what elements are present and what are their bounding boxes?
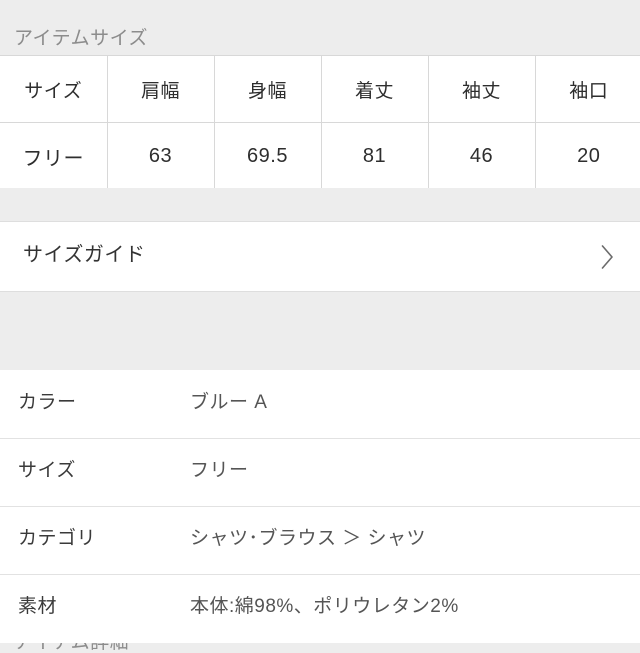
detail-value-size: フリー	[190, 460, 249, 481]
detail-value-category: シャツ･ブラウス ＞ シャツ	[190, 528, 427, 549]
table-cell: 20	[535, 122, 640, 188]
item-size-section-title: アイテムサイズ	[14, 28, 149, 49]
table-header-cell: 肩幅	[107, 56, 215, 123]
detail-label-color: カラー	[18, 392, 77, 413]
table-cell: 46	[428, 122, 536, 188]
item-size-section-header: アイテムサイズ	[0, 0, 640, 55]
list-item: カラー ブルー A	[0, 371, 640, 439]
table-header-cell: 身幅	[214, 56, 322, 123]
list-item: 素材 本体:綿98%、ポリウレタン2%	[0, 575, 640, 643]
detail-label-size: サイズ	[18, 460, 76, 481]
size-guide-row[interactable]: サイズガイド	[0, 221, 640, 292]
detail-value-color: ブルー A	[190, 392, 268, 413]
detail-value-material: 本体:綿98%、ポリウレタン2%	[190, 596, 459, 617]
chevron-right-icon	[600, 243, 616, 271]
table-header-cell: サイズ	[0, 56, 108, 123]
table-header-cell: 袖口	[535, 56, 640, 123]
item-detail-list: カラー ブルー A サイズ フリー カテゴリ シャツ･ブラウス ＞ シャツ 素材…	[0, 370, 640, 643]
table-cell: フリー	[0, 122, 108, 188]
table-header-cell: 袖丈	[428, 56, 536, 123]
table-cell: 81	[321, 122, 429, 188]
item-size-table: サイズ 肩幅 身幅 着丈 袖丈 袖口 フリー 63 69.5 81 46 20	[0, 56, 640, 188]
list-item: サイズ フリー	[0, 439, 640, 507]
detail-label-category: カテゴリ	[18, 528, 97, 549]
table-header-row: サイズ 肩幅 身幅 着丈 袖丈 袖口	[0, 56, 640, 123]
item-size-table-container: サイズ 肩幅 身幅 着丈 袖丈 袖口 フリー 63 69.5 81 46 20	[0, 55, 640, 188]
list-item: カテゴリ シャツ･ブラウス ＞ シャツ	[0, 507, 640, 575]
item-detail-section-header: アイテム詳細	[0, 292, 640, 652]
table-cell: 69.5	[214, 122, 322, 188]
size-guide-label: サイズガイド	[23, 244, 146, 266]
product-detail-page: アイテムサイズ サイズ 肩幅 身幅 着丈 袖丈 袖口 フリー 63 69.5 8…	[0, 0, 640, 652]
table-header-cell: 着丈	[321, 56, 429, 123]
table-cell: 63	[107, 122, 215, 188]
table-row: フリー 63 69.5 81 46 20	[0, 122, 640, 188]
detail-label-material: 素材	[18, 596, 58, 617]
